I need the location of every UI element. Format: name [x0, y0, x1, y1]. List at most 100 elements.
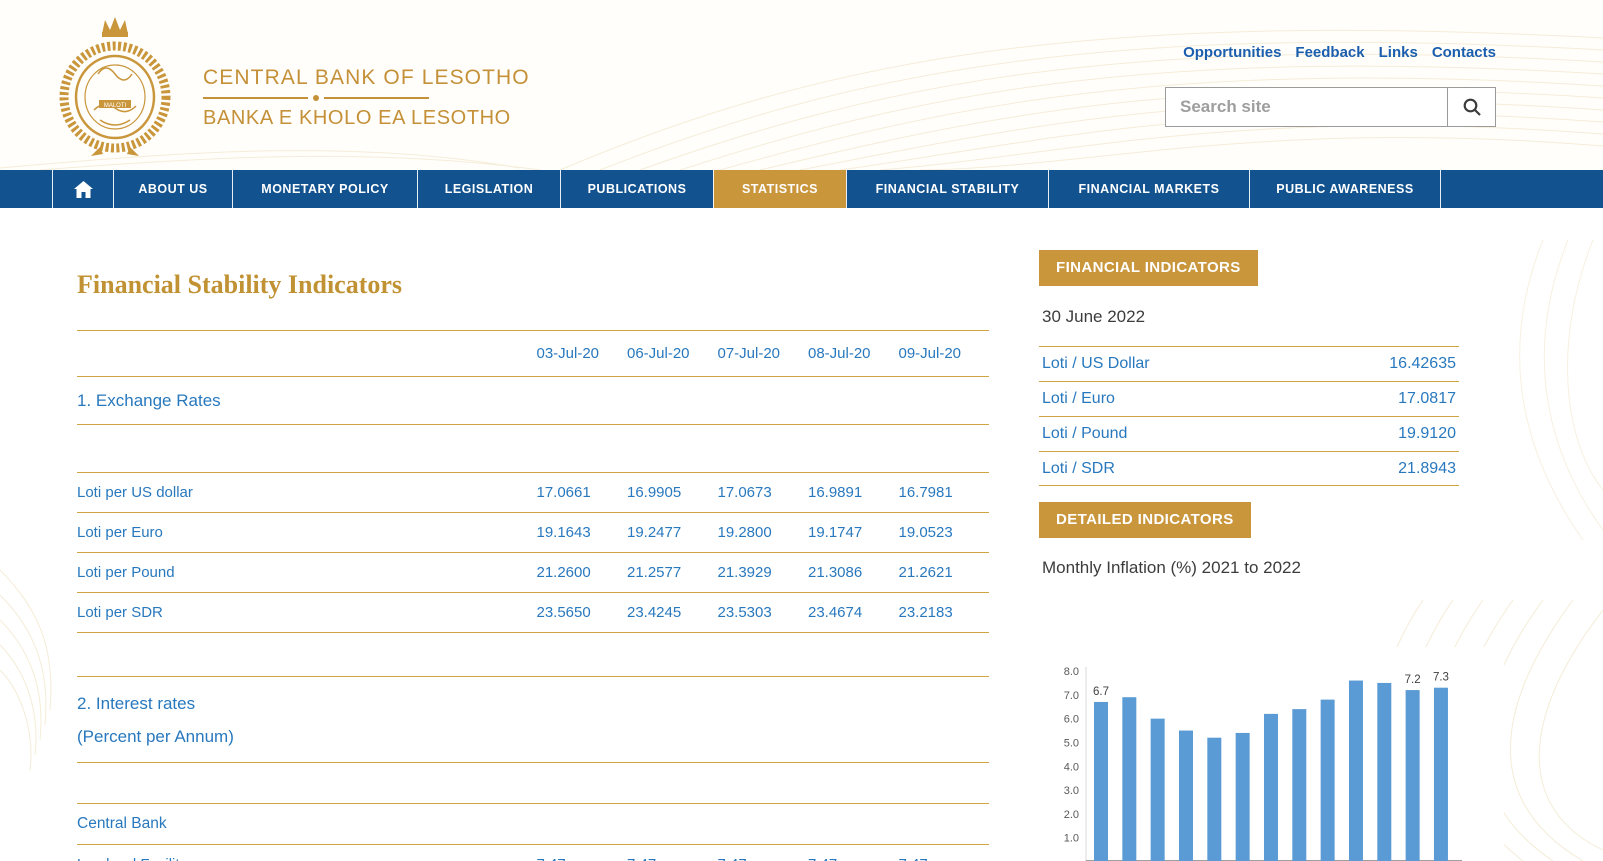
table-value: 16.7981	[898, 484, 989, 501]
y-axis-tick: -	[1075, 857, 1079, 861]
y-axis-tick: 8.0	[1064, 666, 1079, 678]
inflation-chart-caption: Monthly Inflation (%) 2021 to 2022	[1042, 558, 1505, 578]
nav-item-label: PUBLIC AWARENESS	[1276, 182, 1413, 196]
table-value: 7.47	[717, 856, 808, 861]
group-row: Central Bank	[77, 804, 989, 845]
feedback-link[interactable]: Feedback	[1295, 44, 1364, 61]
table-value: 19.1747	[808, 524, 899, 541]
y-axis-tick: 3.0	[1064, 785, 1079, 797]
row-label: Loti per Pound	[77, 564, 536, 581]
table-value: 16.9905	[627, 484, 718, 501]
table-value: 21.2621	[898, 564, 989, 581]
inflation-bar	[1179, 731, 1193, 861]
table-value: 7.47	[627, 856, 718, 861]
rate-value: 16.42635	[1389, 355, 1456, 373]
nav-item-label: PUBLICATIONS	[588, 182, 687, 196]
page-title: Financial Stability Indicators	[77, 270, 989, 300]
section-heading-row: 2. Interest rates(Percent per Annum)	[77, 677, 989, 763]
row-label: Loti per Euro	[77, 524, 536, 541]
rate-label: Loti / Pound	[1042, 425, 1127, 443]
nav-item-financial-stability[interactable]: FINANCIAL STABILITY	[846, 170, 1048, 208]
table-value: 19.2477	[627, 524, 718, 541]
main-content: Financial Stability Indicators 03-Jul-20…	[77, 270, 989, 861]
nav-item-monetary-policy[interactable]: MONETARY POLICY	[232, 170, 417, 208]
nav-item-label: FINANCIAL STABILITY	[876, 182, 1020, 196]
magnifier-icon	[1462, 97, 1482, 117]
nav-item-statistics[interactable]: STATISTICS	[713, 170, 846, 208]
section-2-heading-block: 2. Interest rates(Percent per Annum)	[77, 687, 234, 753]
links-link[interactable]: Links	[1379, 44, 1418, 61]
nav-item-label: MONETARY POLICY	[261, 182, 388, 196]
nav-item-about-us[interactable]: ABOUT US	[113, 170, 232, 208]
bar-data-label: 6.7	[1093, 686, 1109, 698]
nav-item-label: FINANCIAL MARKETS	[1079, 182, 1220, 196]
table-value: 07-Jul-20	[717, 345, 808, 362]
bank-wordmark: CENTRAL BANK OF LESOTHO BANKA E KHOLO EA…	[203, 66, 429, 130]
table-value: 16.9891	[808, 484, 899, 501]
rate-value: 19.9120	[1398, 425, 1456, 443]
inflation-bar	[1151, 719, 1165, 861]
nav-item-legislation[interactable]: LEGISLATION	[417, 170, 560, 208]
rate-label: Loti / SDR	[1042, 460, 1115, 478]
home-icon	[74, 181, 93, 198]
rate-label: Loti / Euro	[1042, 390, 1115, 408]
decorative-curves-left	[0, 560, 80, 790]
table-value: 23.4674	[808, 604, 899, 621]
rate-value: 17.0817	[1398, 390, 1456, 408]
table-value: 23.4245	[627, 604, 718, 621]
row-label: Loti per US dollar	[77, 484, 536, 501]
nav-item-financial-markets[interactable]: FINANCIAL MARKETS	[1048, 170, 1249, 208]
rate-value: 21.8943	[1398, 460, 1456, 478]
inflation-chart: 8.07.06.05.04.03.02.01.0-6.77.27.3	[1039, 647, 1504, 861]
table-row: Loti per Pound21.260021.257721.392921.30…	[77, 553, 989, 593]
inflation-bar	[1122, 697, 1136, 861]
table-value: 19.2800	[717, 524, 808, 541]
nav-item-publications[interactable]: PUBLICATIONS	[560, 170, 713, 208]
nav-item-public-awareness[interactable]: PUBLIC AWARENESS	[1249, 170, 1441, 208]
rate-row: Loti / SDR 21.8943	[1039, 451, 1459, 486]
search-button[interactable]	[1447, 88, 1495, 126]
y-axis-tick: 6.0	[1064, 714, 1079, 726]
table-value: 23.2183	[898, 604, 989, 621]
row-label: Lombard Facility	[77, 856, 536, 861]
table-value: 08-Jul-20	[808, 345, 899, 362]
y-axis-tick: 5.0	[1064, 737, 1079, 749]
emblem-maloti-text: MALOTI	[104, 103, 127, 109]
inflation-bar	[1434, 688, 1448, 861]
opportunities-link[interactable]: Opportunities	[1183, 44, 1281, 61]
inflation-bar	[1292, 709, 1306, 861]
central-bank-of-lesotho-crest-logo: MALOTI	[50, 12, 180, 162]
rate-row: Loti / Pound 19.9120	[1039, 416, 1459, 451]
inflation-bar-chart: 8.07.06.05.04.03.02.01.0-6.77.27.3	[1039, 647, 1504, 861]
section-2-subheading: (Percent per Annum)	[77, 720, 234, 753]
inflation-bar	[1236, 733, 1250, 861]
rate-label: Loti / US Dollar	[1042, 355, 1150, 373]
table-value: 03-Jul-20	[536, 345, 627, 362]
inflation-bar	[1264, 714, 1278, 861]
table-value: 06-Jul-20	[627, 345, 718, 362]
contacts-link[interactable]: Contacts	[1432, 44, 1496, 61]
y-axis-tick: 7.0	[1064, 690, 1079, 702]
inflation-bar	[1207, 738, 1221, 861]
table-date-header-row: 03-Jul-2006-Jul-2007-Jul-2008-Jul-2009-J…	[77, 330, 989, 377]
table-value: 21.2600	[536, 564, 627, 581]
table-value: 7.47	[808, 856, 899, 861]
section-2-heading: 2. Interest rates	[77, 687, 234, 720]
table-row: Lombard Facility7.477.477.477.477.47	[77, 845, 989, 861]
table-value: 19.1643	[536, 524, 627, 541]
search-input[interactable]	[1166, 88, 1447, 126]
table-row: Loti per SDR23.565023.424523.530323.4674…	[77, 593, 989, 633]
site-header: MALOTI CENTRAL BANK OF LESOTHO BANKA E K…	[0, 0, 1603, 170]
main-navigation: ABOUT US MONETARY POLICY LEGISLATION PUBLIC…	[0, 170, 1603, 208]
section-heading-row: 1. Exchange Rates	[77, 377, 989, 425]
table-value: 17.0673	[717, 484, 808, 501]
nav-item-label: ABOUT US	[138, 182, 207, 196]
nav-item-home[interactable]	[52, 170, 113, 208]
section-1-heading: 1. Exchange Rates	[77, 391, 221, 411]
exchange-rate-list: Loti / US Dollar 16.42635 Loti / Euro 17.08…	[1039, 346, 1459, 486]
spacer-row	[77, 633, 989, 677]
bar-data-label: 7.2	[1405, 674, 1421, 686]
right-sidebar: FINANCIAL INDICATORS 30 June 2022 Loti /…	[1039, 250, 1505, 861]
table-value: 19.0523	[898, 524, 989, 541]
table-value: 23.5650	[536, 604, 627, 621]
